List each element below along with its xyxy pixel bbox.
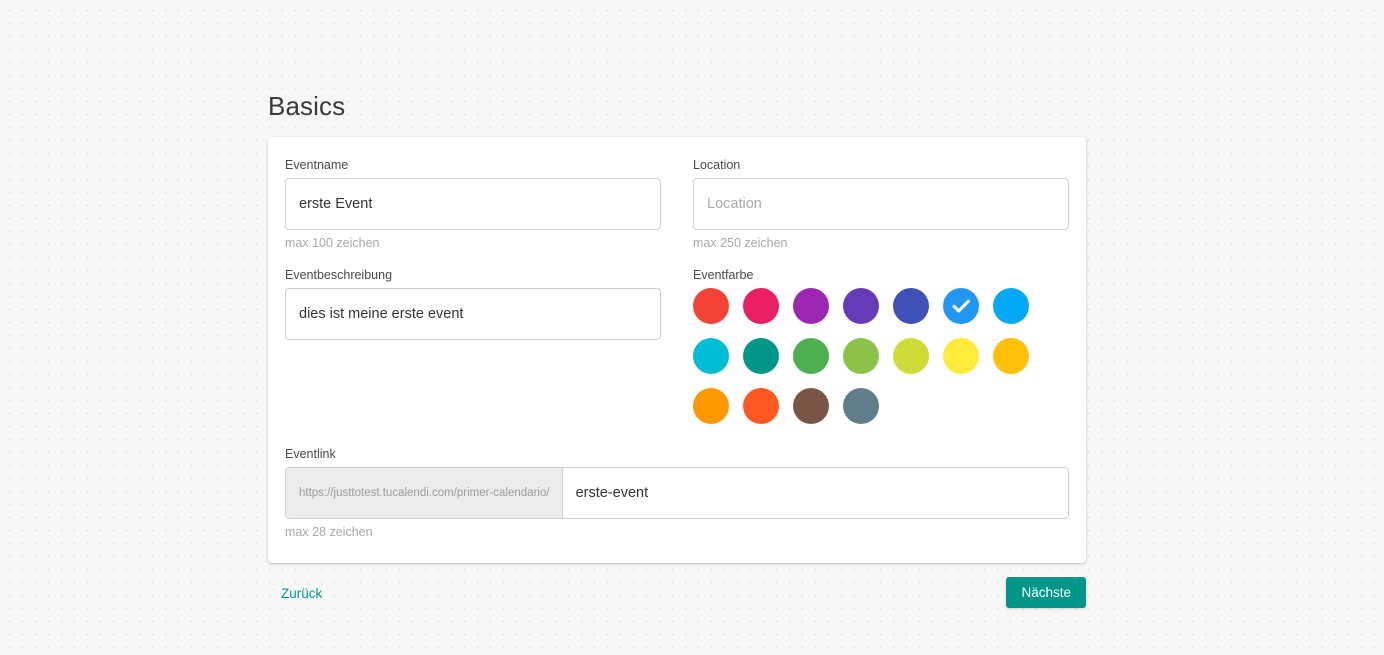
form-columns: Eventname max 100 zeichen Eventbeschreib… (285, 157, 1069, 438)
color-swatch-lime[interactable] (893, 338, 929, 374)
color-swatch-cyan[interactable] (693, 338, 729, 374)
color-swatch-light-blue[interactable] (993, 288, 1029, 324)
color-swatch-light-green[interactable] (843, 338, 879, 374)
field-eventlink: Eventlink https://justtotest.tucalendi.c… (285, 446, 1069, 540)
check-icon (952, 299, 970, 313)
eventbeschreibung-label: Eventbeschreibung (285, 268, 393, 282)
color-swatch-red[interactable] (693, 288, 729, 324)
color-swatch-blue[interactable] (943, 288, 979, 324)
color-swatch-blue-grey[interactable] (843, 388, 879, 424)
color-swatch-green[interactable] (793, 338, 829, 374)
back-button[interactable]: Zurück (281, 584, 322, 604)
color-swatch-pink[interactable] (743, 288, 779, 324)
location-helper: max 250 zeichen (693, 236, 788, 250)
next-button[interactable]: Nächste (1006, 577, 1086, 608)
form-column-right: Location max 250 zeichen Eventfarbe (693, 157, 1069, 438)
eventfarbe-label: Eventfarbe (693, 268, 754, 282)
location-label: Location (693, 158, 741, 172)
eventname-helper: max 100 zeichen (285, 236, 380, 250)
form-column-left: Eventname max 100 zeichen Eventbeschreib… (285, 157, 661, 438)
eventlink-slug-input[interactable] (562, 468, 1068, 518)
eventlink-input-group: https://justtotest.tucalendi.com/primer-… (285, 467, 1069, 519)
field-eventname: Eventname max 100 zeichen (285, 157, 661, 251)
color-swatch-brown[interactable] (793, 388, 829, 424)
field-location: Location max 250 zeichen (693, 157, 1069, 251)
eventlink-label: Eventlink (285, 447, 336, 461)
color-swatch-indigo[interactable] (893, 288, 929, 324)
basics-form-card: Eventname max 100 zeichen Eventbeschreib… (268, 137, 1086, 563)
eventlink-helper: max 28 zeichen (285, 525, 373, 539)
color-swatch-deep-purple[interactable] (843, 288, 879, 324)
color-swatch-purple[interactable] (793, 288, 829, 324)
eventlink-prefix: https://justtotest.tucalendi.com/primer-… (286, 468, 563, 518)
field-eventbeschreibung: Eventbeschreibung dies ist meine erste e… (285, 267, 661, 340)
location-input[interactable] (693, 178, 1069, 230)
color-swatch-amber[interactable] (993, 338, 1029, 374)
eventname-input[interactable] (285, 178, 661, 230)
eventfarbe-swatch-grid (693, 288, 1043, 438)
field-eventfarbe: Eventfarbe (693, 267, 1069, 438)
color-swatch-teal[interactable] (743, 338, 779, 374)
page-title: Basics (268, 91, 346, 121)
color-swatch-deep-orange[interactable] (743, 388, 779, 424)
eventbeschreibung-textarea[interactable]: dies ist meine erste event (285, 288, 661, 340)
form-footer: Zurück Nächste (268, 577, 1086, 611)
page-container: Basics Eventname max 100 zeichen Eventbe… (268, 0, 1086, 611)
color-swatch-yellow[interactable] (943, 338, 979, 374)
eventname-label: Eventname (285, 158, 349, 172)
color-swatch-orange[interactable] (693, 388, 729, 424)
